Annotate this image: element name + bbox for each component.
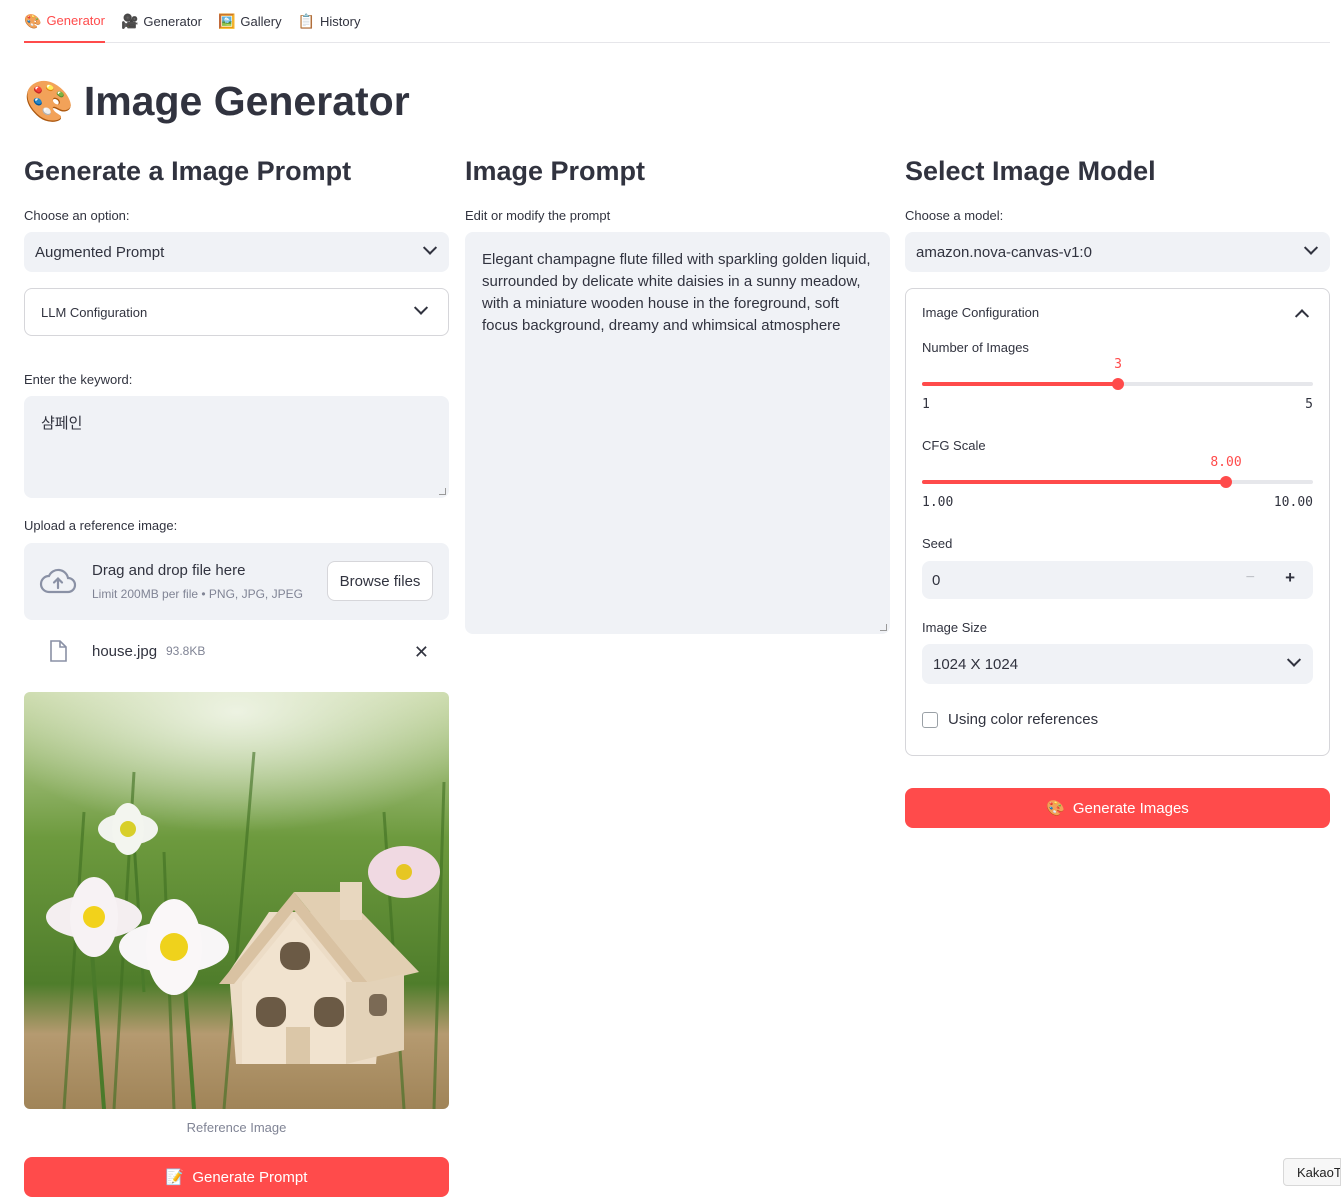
tab-gallery[interactable]: 🖼️ Gallery	[218, 0, 282, 42]
slider-max: 5	[1305, 397, 1313, 412]
page-title-text: Image Generator	[83, 78, 410, 124]
chevron-up-icon	[1294, 309, 1310, 324]
upload-label: Upload a reference image:	[24, 518, 178, 533]
prompt-textarea[interactable]: Elegant champagne flute filled with spar…	[465, 232, 890, 634]
option-select-value: Augmented Prompt	[35, 243, 165, 261]
section-heading: Select Image Model	[905, 156, 1156, 186]
file-size: 93.8KB	[166, 644, 206, 658]
slider-max: 10.00	[1273, 495, 1313, 510]
image-model-column: Select Image Model Choose a model: amazo…	[905, 150, 1330, 828]
tab-video-generator[interactable]: 🎥 Generator	[121, 0, 202, 42]
image-size-select[interactable]: 1024 X 1024	[922, 644, 1313, 684]
decrement-button[interactable]: −	[1246, 569, 1255, 587]
button-label: Generate Prompt	[192, 1168, 308, 1186]
kakao-overlay-tab[interactable]: KakaoT	[1283, 1158, 1341, 1186]
seed-input[interactable]: 0 − +	[922, 561, 1313, 599]
increment-button[interactable]: +	[1285, 568, 1295, 588]
expander-label: Image Configuration	[922, 304, 1040, 320]
generate-images-button[interactable]: 🎨 Generate Images	[905, 788, 1330, 828]
reference-image	[24, 692, 449, 1109]
slider-thumb[interactable]	[1112, 378, 1124, 390]
chevron-down-icon	[422, 240, 438, 255]
tab-label: Gallery	[240, 13, 282, 29]
num-images-label: Number of Images	[922, 340, 1029, 355]
model-select[interactable]: amazon.nova-canvas-v1:0	[905, 232, 1330, 272]
slider-value: 3	[1114, 357, 1122, 372]
file-name: house.jpg	[92, 642, 158, 660]
cfg-scale-label: CFG Scale	[922, 438, 986, 453]
drag-drop-text: Drag and drop file here	[92, 562, 246, 579]
cloud-upload-icon	[39, 568, 77, 594]
remove-file-icon[interactable]: ✕	[414, 642, 429, 663]
image-size-label: Image Size	[922, 620, 988, 635]
section-heading: Generate a Image Prompt	[24, 156, 352, 186]
tab-label: Generator	[46, 13, 105, 28]
clipboard-icon: 📋	[297, 13, 316, 29]
option-select[interactable]: Augmented Prompt	[24, 232, 449, 272]
option-label: Choose an option:	[24, 208, 130, 223]
slider-fill	[922, 480, 1226, 484]
expander-label: LLM Configuration	[41, 304, 148, 320]
image-config-expander: Image Configuration Number of Images 3 1…	[905, 288, 1330, 756]
chevron-down-icon	[1303, 240, 1319, 255]
tab-history[interactable]: 📋 History	[298, 0, 361, 42]
slider-min: 1	[922, 397, 930, 412]
memo-icon: 📝	[165, 1169, 185, 1186]
page-title: 🎨 Image Generator	[24, 78, 410, 125]
chevron-down-icon	[413, 300, 429, 315]
file-icon	[50, 640, 67, 662]
prompt-generator-column: Generate a Image Prompt Choose an option…	[24, 150, 449, 1197]
image-caption: Reference Image	[186, 1120, 287, 1135]
keyword-input[interactable]: 샴페인	[24, 396, 449, 498]
video-camera-icon: 🎥	[120, 13, 139, 29]
color-references-checkbox-row[interactable]: Using color references	[922, 711, 1098, 728]
button-label: Generate Images	[1072, 799, 1189, 817]
chevron-down-icon	[1286, 652, 1302, 667]
checkbox-label: Using color references	[948, 711, 1099, 728]
image-size-value: 1024 X 1024	[933, 655, 1019, 673]
picture-icon: 🖼️	[217, 13, 236, 29]
prompt-label: Edit or modify the prompt	[465, 208, 611, 223]
expander-header[interactable]: Image Configuration	[906, 289, 1329, 335]
seed-value: 0	[932, 572, 941, 589]
slider-value: 8.00	[1210, 455, 1242, 470]
color-references-checkbox[interactable]	[922, 711, 938, 728]
llm-config-expander[interactable]: LLM Configuration	[24, 288, 449, 336]
seed-label: Seed	[922, 536, 953, 551]
resize-handle[interactable]	[880, 624, 887, 631]
keyword-label: Enter the keyword:	[24, 372, 133, 387]
browse-files-button[interactable]: Browse files	[327, 561, 433, 601]
tab-label: Generator	[143, 13, 202, 29]
tab-bar: 🎨 Generator 🎥 Generator 🖼️ Gallery 📋 His…	[24, 0, 1330, 43]
image-prompt-column: Image Prompt Edit or modify the prompt E…	[465, 150, 890, 634]
reference-photo	[24, 692, 449, 1109]
model-select-value: amazon.nova-canvas-v1:0	[916, 243, 1092, 261]
slider-thumb[interactable]	[1220, 476, 1232, 488]
model-label: Choose a model:	[905, 208, 1004, 223]
uploaded-file-row: house.jpg 93.8KB ✕	[24, 631, 449, 671]
resize-handle[interactable]	[439, 488, 446, 495]
slider-min: 1.00	[922, 495, 954, 510]
section-heading: Image Prompt	[465, 156, 646, 186]
palette-icon: 🎨	[1046, 800, 1065, 817]
keyword-input-value: 샴페인	[41, 415, 83, 432]
tab-label: History	[320, 13, 361, 29]
file-dropzone[interactable]: Drag and drop file here Limit 200MB per …	[24, 543, 449, 620]
upload-limit-text: Limit 200MB per file • PNG, JPG, JPEG	[92, 587, 303, 601]
prompt-textarea-value: Elegant champagne flute filled with spar…	[482, 251, 871, 334]
generate-prompt-button[interactable]: 📝 Generate Prompt	[24, 1157, 449, 1197]
palette-icon: 🎨	[24, 12, 42, 29]
palette-icon: 🎨	[24, 80, 74, 124]
slider-fill	[922, 382, 1118, 386]
tab-image-generator[interactable]: 🎨 Generator	[24, 0, 105, 43]
